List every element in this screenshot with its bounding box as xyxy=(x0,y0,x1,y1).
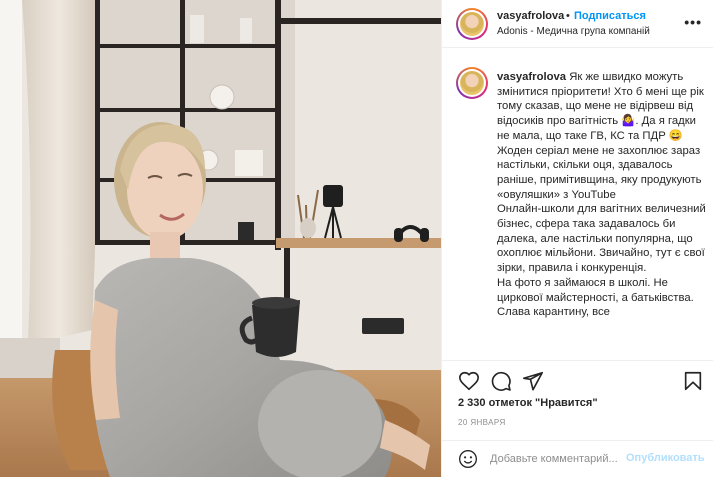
comment-bar: Опубликовать xyxy=(442,440,713,477)
more-options-icon[interactable]: ••• xyxy=(684,14,702,30)
avatar-image xyxy=(458,10,486,38)
likes-count[interactable]: 2 330 отметок "Нравится" xyxy=(458,397,598,409)
post-photo[interactable] xyxy=(0,0,441,477)
post-header: vasyafrolova • Подписаться Adonis - Меди… xyxy=(442,0,713,48)
post-actions: 2 330 отметок "Нравится" 20 ЯНВАРЯ xyxy=(442,360,713,440)
post-date[interactable]: 20 ЯНВАРЯ xyxy=(458,418,506,427)
photo-illustration xyxy=(0,0,441,477)
caption-scroll-area[interactable]: vasyafrolova Як же швидко можуть змінити… xyxy=(442,49,713,360)
caption-paragraph-2: Жоден серіал мене не захоплює зараз наст… xyxy=(497,144,702,201)
avatar[interactable] xyxy=(456,8,488,40)
caption-paragraph-3: Онлайн-школи для вагітних величезний біз… xyxy=(497,203,706,275)
paper-plane-icon[interactable] xyxy=(522,370,544,392)
comment-icon[interactable] xyxy=(490,370,512,392)
separator-dot: • xyxy=(566,10,570,22)
bookmark-icon[interactable] xyxy=(682,370,704,392)
publish-button[interactable]: Опубликовать xyxy=(626,452,705,464)
caption-paragraph-4: На фото я займаюся в школі. Не циркової … xyxy=(497,276,694,319)
avatar-image xyxy=(458,69,486,97)
comment-input[interactable] xyxy=(490,450,620,468)
smiley-icon[interactable] xyxy=(458,449,478,469)
header-username[interactable]: vasyafrolova xyxy=(497,10,564,22)
heart-icon[interactable] xyxy=(458,370,480,392)
caption-text: vasyafrolova Як же швидко можуть змінити… xyxy=(497,70,707,320)
caption-username[interactable]: vasyafrolova xyxy=(497,71,566,83)
post-sidebar: vasyafrolova • Подписаться Adonis - Меди… xyxy=(441,0,713,477)
caption-avatar[interactable] xyxy=(456,67,488,99)
follow-button[interactable]: Подписаться xyxy=(574,10,646,22)
location-link[interactable]: Adonis - Медична група компаній xyxy=(497,26,650,37)
caption-paragraph-1: vasyafrolova Як же швидко можуть змінити… xyxy=(497,70,707,144)
